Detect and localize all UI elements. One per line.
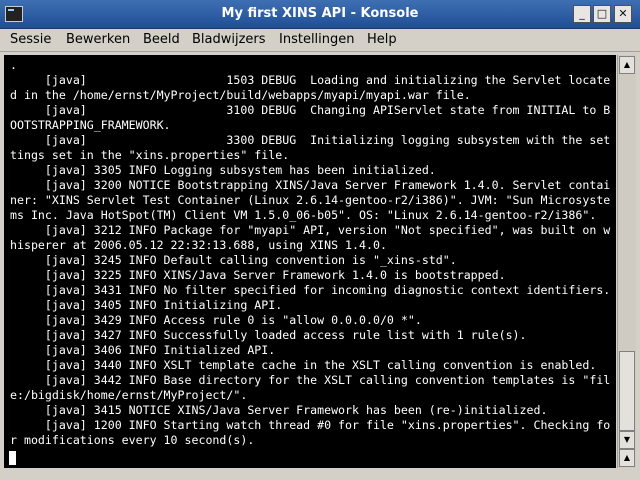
- terminal-line: [java] 3305 INFO Logging subsystem has b…: [10, 163, 436, 177]
- window-bottom-border: [0, 468, 640, 480]
- terminal-line: [java] 1503 DEBUG Loading and initializi…: [10, 73, 611, 87]
- arrow-up-icon: ▲: [623, 453, 631, 462]
- terminal-line: [java] 3245 INFO Default calling convent…: [10, 253, 457, 267]
- minimize-button[interactable]: _: [573, 5, 591, 23]
- arrow-down-icon: ▼: [623, 435, 631, 444]
- terminal-line: [java] 3431 INFO No filter specified for…: [10, 283, 611, 297]
- konsole-window: My first XINS API - Konsole _ □ ✕ Sessie…: [0, 0, 640, 480]
- terminal-line: d in the /home/ernst/MyProject/build/web…: [10, 88, 471, 102]
- terminal-line: [java] 3300 DEBUG Initializing logging s…: [10, 133, 611, 147]
- scroll-up-button[interactable]: ▲: [619, 56, 635, 74]
- terminal-line: [java] 3405 INFO Initializing API.: [10, 298, 283, 312]
- menu-bar: Sessie Bewerken Beeld Bladwijzers Instel…: [0, 29, 640, 52]
- scroll-thumb[interactable]: [619, 351, 635, 431]
- terminal-line: [java] 3212 INFO Package for "myapi" API…: [10, 223, 611, 237]
- menu-instellingen[interactable]: Instellingen: [279, 32, 355, 47]
- terminal-line: [java] 3225 INFO XINS/Java Server Framew…: [10, 268, 506, 282]
- title-bar[interactable]: My first XINS API - Konsole _ □ ✕: [0, 0, 640, 29]
- menu-sessie[interactable]: Sessie: [10, 32, 51, 47]
- terminal-line: [java] 3415 NOTICE XINS/Java Server Fram…: [10, 403, 548, 417]
- menu-help[interactable]: Help: [367, 32, 397, 47]
- terminal-line: [java] 1200 INFO Starting watch thread #…: [10, 418, 611, 432]
- vertical-scrollbar[interactable]: ▲ ▼ ▲: [617, 55, 636, 468]
- window-title: My first XINS API - Konsole: [221, 6, 419, 21]
- terminal-line: [java] 3440 INFO XSLT template cache in …: [10, 358, 597, 372]
- close-button[interactable]: ✕: [614, 5, 632, 23]
- terminal-line: e:/bigdisk/home/ernst/MyProject/".: [10, 388, 248, 402]
- terminal-line: [java] 3406 INFO Initialized API.: [10, 343, 276, 357]
- arrow-up-icon: ▲: [623, 60, 631, 69]
- menu-bladwijzers[interactable]: Bladwijzers: [192, 32, 266, 47]
- maximize-button[interactable]: □: [593, 5, 611, 23]
- scroll-down-button[interactable]: ▼: [619, 431, 635, 449]
- terminal-line: .: [10, 58, 17, 72]
- terminal-line: [java] 3427 INFO Successfully loaded acc…: [10, 328, 527, 342]
- scroll-up-button-lower[interactable]: ▲: [619, 449, 635, 467]
- terminal-line: tings set in the "xins.properties" file.: [10, 148, 290, 162]
- terminal-line: [java] 3442 INFO Base directory for the …: [10, 373, 611, 387]
- terminal-line: OOTSTRAPPING_FRAMEWORK.: [10, 118, 171, 132]
- terminal-line: [java] 3429 INFO Access rule 0 is "allow…: [10, 313, 422, 327]
- terminal-line: ner: "XINS Servlet Test Container (Linux…: [10, 193, 611, 207]
- menu-bewerken[interactable]: Bewerken: [66, 32, 130, 47]
- terminal-line: ms Inc. Java HotSpot(TM) Client VM 1.5.0…: [10, 208, 597, 222]
- terminal-line: hisperer at 2006.05.12 22:32:13.688, usi…: [10, 238, 387, 252]
- terminal-line: [java] 3200 NOTICE Bootstrapping XINS/Ja…: [10, 178, 611, 192]
- terminal-output[interactable]: . [java] 1503 DEBUG Loading and initiali…: [4, 55, 616, 468]
- text-cursor: [9, 451, 16, 465]
- terminal-line: r modifications every 10 second(s).: [10, 433, 255, 447]
- terminal-line: [java] 3100 DEBUG Changing APIServlet st…: [10, 103, 611, 117]
- menu-beeld[interactable]: Beeld: [143, 32, 180, 47]
